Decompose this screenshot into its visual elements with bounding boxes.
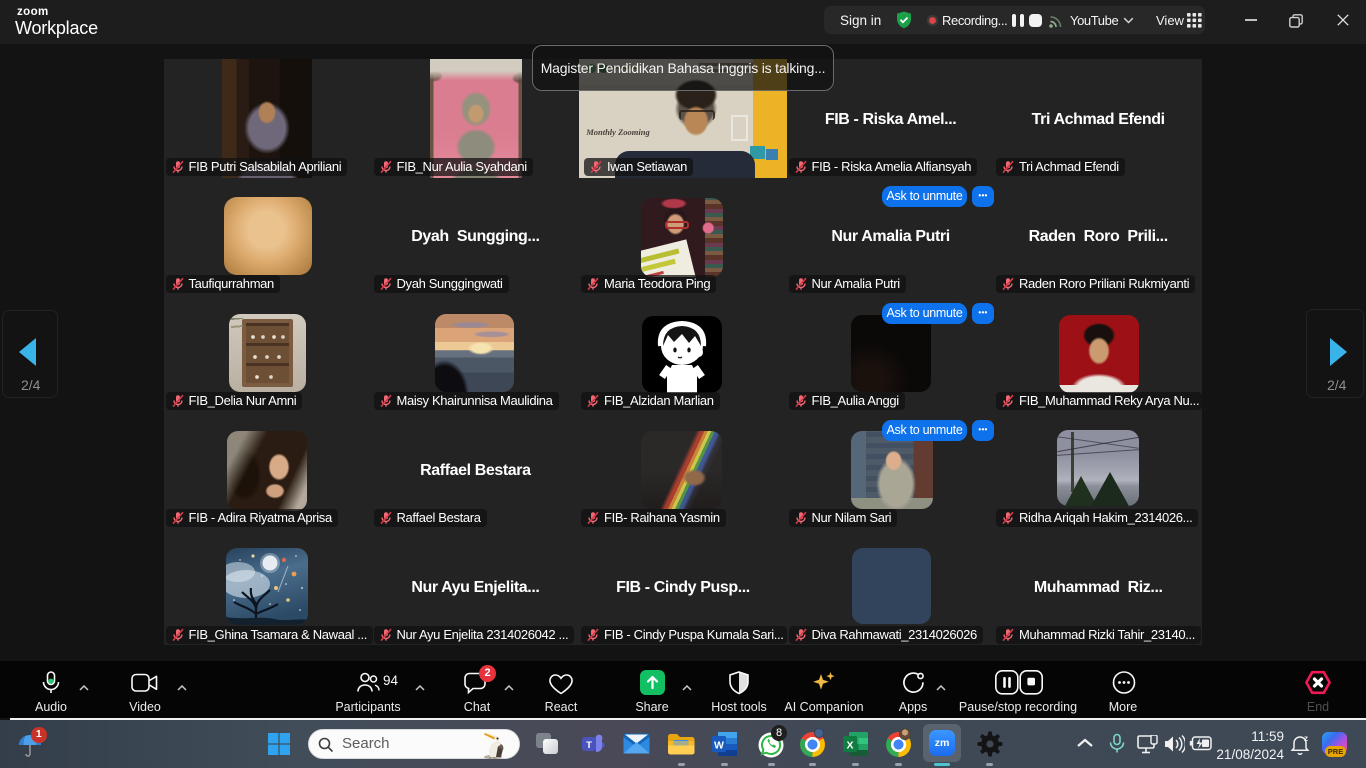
svg-text:W: W [714, 740, 724, 752]
svg-text:X: X [846, 740, 853, 752]
svg-text:T: T [586, 740, 592, 751]
svg-text:z: z [1304, 734, 1308, 743]
